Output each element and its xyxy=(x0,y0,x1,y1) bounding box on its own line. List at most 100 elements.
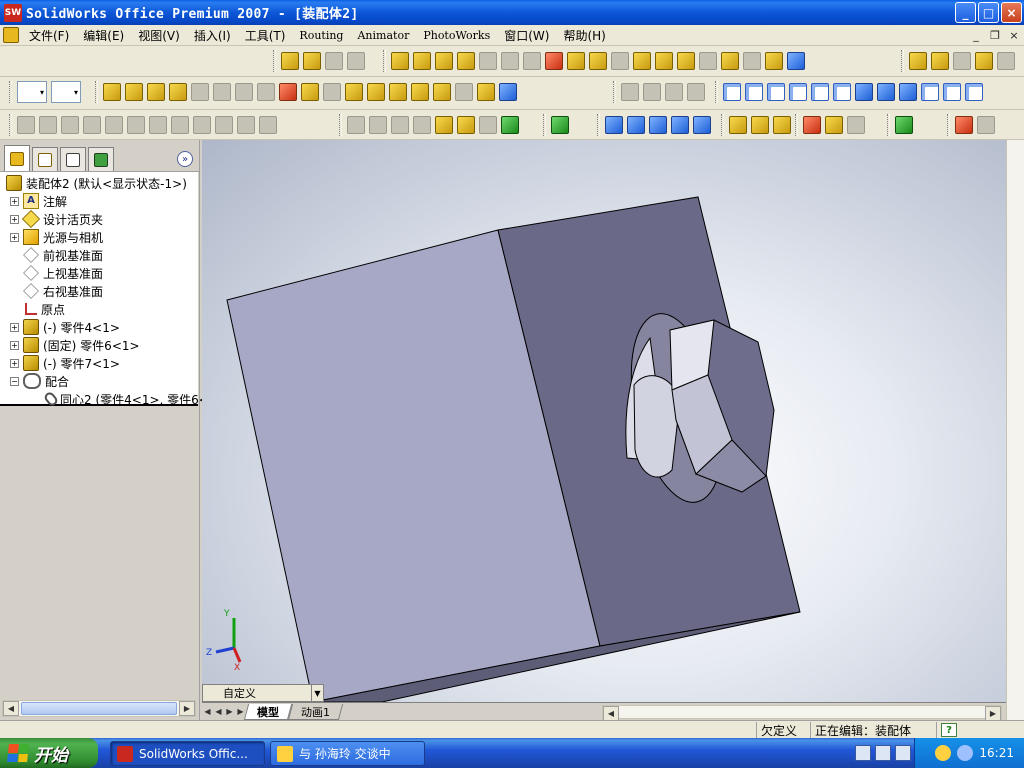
physical-simulation-icon[interactable] xyxy=(765,52,783,70)
task-chat[interactable]: 与 孙海玲 交谈中 xyxy=(270,741,425,766)
tab-configuration-manager[interactable] xyxy=(60,147,86,171)
tab-animation1[interactable]: 动画1 xyxy=(287,703,344,720)
toolbar-grip[interactable] xyxy=(947,114,950,136)
line-tool-icon[interactable] xyxy=(17,116,35,134)
scroll-right-icon[interactable]: ▶ xyxy=(985,706,1001,721)
sketch-tool-icon[interactable] xyxy=(281,52,299,70)
toolbar-grip[interactable] xyxy=(597,114,600,136)
status-help[interactable]: ? xyxy=(936,722,966,738)
language-options-icon[interactable] xyxy=(895,745,911,761)
animation-wizard-icon[interactable] xyxy=(435,116,453,134)
view-orientation-dropdown[interactable]: ▾ xyxy=(51,81,81,103)
feature-palette-icon[interactable] xyxy=(803,116,821,134)
macro-icon[interactable] xyxy=(895,116,913,134)
render-selection-icon[interactable] xyxy=(649,116,667,134)
rebuild-icon[interactable] xyxy=(825,116,843,134)
menu-view[interactable]: 视图(V) xyxy=(131,27,187,44)
insert-component-icon[interactable] xyxy=(391,52,409,70)
interference-icon[interactable] xyxy=(545,52,563,70)
move-component-icon[interactable] xyxy=(147,83,165,101)
doc-close-button[interactable]: × xyxy=(1006,27,1022,43)
hide-show-icon[interactable] xyxy=(323,83,341,101)
change-suppression-icon[interactable] xyxy=(367,83,385,101)
menu-edit[interactable]: 编辑(E) xyxy=(76,27,131,44)
right-view-icon[interactable] xyxy=(789,83,807,101)
rotate-component-icon[interactable] xyxy=(457,52,475,70)
expand-panel-button[interactable]: » xyxy=(177,151,193,167)
scroll-left-icon[interactable]: ◀ xyxy=(3,701,19,716)
menu-tools[interactable]: 工具(T) xyxy=(238,27,293,44)
appearance-icon[interactable] xyxy=(729,116,747,134)
mate-icon[interactable] xyxy=(413,52,431,70)
tab-prev-icon[interactable]: ◀ xyxy=(213,706,224,718)
display-state-dropdown[interactable]: ▾ xyxy=(17,81,47,103)
toolbar-grip[interactable] xyxy=(543,114,546,136)
scroll-left-icon[interactable]: ◀ xyxy=(603,706,619,721)
render-icon[interactable] xyxy=(605,116,623,134)
render-area-icon[interactable] xyxy=(627,116,645,134)
explode-view-icon[interactable] xyxy=(567,52,585,70)
configuration-dropdown[interactable]: 自定义 ▼ xyxy=(202,684,324,702)
interference-icon[interactable] xyxy=(279,83,297,101)
smart-dimension-icon[interactable] xyxy=(303,52,321,70)
toolbar-grip[interactable] xyxy=(901,50,904,72)
trimetric-view-icon[interactable] xyxy=(877,83,895,101)
help-icon[interactable]: ? xyxy=(941,723,957,737)
render-to-file-icon[interactable] xyxy=(693,116,711,134)
menu-photoworks[interactable]: PhotoWorks xyxy=(416,29,497,42)
tree-item-annotations[interactable]: + A 注解 xyxy=(10,192,67,210)
feature-tree-hscrollbar[interactable]: ◀ ▶ xyxy=(2,700,196,717)
move-component-icon[interactable] xyxy=(435,52,453,70)
graphics-hscrollbar[interactable]: ◀ ▶ xyxy=(602,705,1002,721)
toolbar-grip[interactable] xyxy=(273,50,276,72)
back-view-icon[interactable] xyxy=(745,83,763,101)
toolbar-grip[interactable] xyxy=(887,114,890,136)
graphics-vscrollbar[interactable] xyxy=(1006,140,1024,720)
tab-next-icon[interactable]: ▶ xyxy=(224,706,235,718)
tab-first-icon[interactable]: ◀ xyxy=(202,706,213,718)
tree-item-lights-cameras[interactable]: + 光源与相机 xyxy=(10,228,103,246)
decal-icon[interactable] xyxy=(751,116,769,134)
rotate-model-icon[interactable] xyxy=(457,116,475,134)
reference-geometry-icon[interactable] xyxy=(655,52,673,70)
tree-root[interactable]: 装配体2 (默认<显示状态-1>) xyxy=(6,174,187,192)
single-view-icon[interactable] xyxy=(943,83,961,101)
reference-geometry-icon[interactable] xyxy=(411,83,429,101)
tree-item-top-plane[interactable]: 上视基准面 xyxy=(23,264,103,282)
physical-simulation-icon[interactable] xyxy=(477,83,495,101)
scene-icon[interactable] xyxy=(773,116,791,134)
maximize-button[interactable]: □ xyxy=(978,2,999,23)
toolbar-grip[interactable] xyxy=(795,114,798,136)
normal-to-icon[interactable] xyxy=(921,83,939,101)
expand-toggle[interactable]: + xyxy=(10,340,19,350)
explode-animate-icon[interactable] xyxy=(479,116,497,134)
pipe-icon[interactable] xyxy=(953,52,971,70)
smart-fasteners-icon[interactable] xyxy=(589,52,607,70)
toolbar-grip[interactable] xyxy=(613,81,616,103)
toolbox-icon[interactable] xyxy=(499,83,517,101)
tree-item-part6[interactable]: + (固定) 零件6<1> xyxy=(10,336,140,354)
menu-animator[interactable]: Animator xyxy=(350,29,416,42)
menu-routing[interactable]: Routing xyxy=(292,29,350,42)
edit-component-icon[interactable] xyxy=(433,83,451,101)
doc-restore-button[interactable]: ❐ xyxy=(987,27,1003,43)
expand-toggle[interactable]: + xyxy=(10,196,19,206)
dimetric-view-icon[interactable] xyxy=(899,83,917,101)
tree-item-concentric2[interactable]: 同心2 (零件4<1>, 零件6< xyxy=(42,390,209,408)
scroll-thumb[interactable] xyxy=(21,702,177,715)
tree-item-right-plane[interactable]: 右视基准面 xyxy=(23,282,103,300)
doc-minimize-button[interactable]: _ xyxy=(968,27,984,43)
menu-file[interactable]: 文件(F) xyxy=(22,27,76,44)
menu-help[interactable]: 帮助(H) xyxy=(556,27,612,44)
toolbar-grip[interactable] xyxy=(339,114,342,136)
toolbar-grip[interactable] xyxy=(715,81,718,103)
mate-icon[interactable] xyxy=(125,83,143,101)
hide-show-icon[interactable] xyxy=(611,52,629,70)
minimize-button[interactable]: _ xyxy=(955,2,976,23)
expand-toggle[interactable]: + xyxy=(10,358,19,368)
rotate-component-icon[interactable] xyxy=(169,83,187,101)
solidworks-app-icon[interactable]: SW xyxy=(4,3,22,22)
edit-component-icon[interactable] xyxy=(677,52,695,70)
document-menu-icon[interactable] xyxy=(3,27,19,43)
close-button[interactable]: × xyxy=(1001,2,1022,23)
